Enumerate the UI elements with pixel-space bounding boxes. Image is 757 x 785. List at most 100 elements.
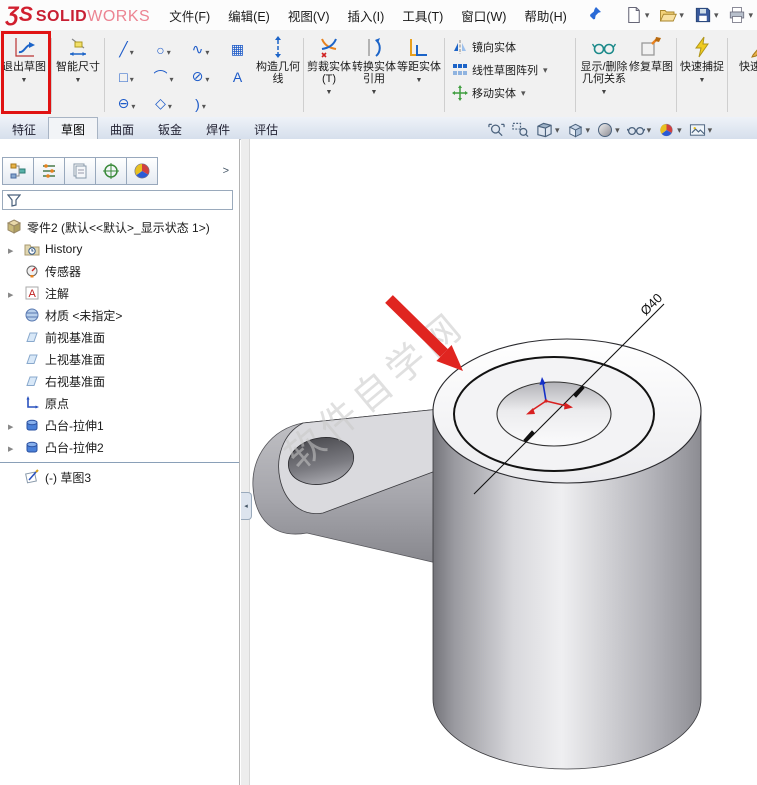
edit-appearance-button[interactable] bbox=[658, 122, 682, 138]
tree-filter-box[interactable] bbox=[2, 190, 233, 210]
graphics-area[interactable]: 软件自学网 Ø40 bbox=[241, 139, 757, 785]
offset-entities-dropdown[interactable] bbox=[416, 73, 423, 87]
ds-logo-icon: ƷS bbox=[6, 3, 33, 26]
zoom-area-button[interactable] bbox=[512, 122, 529, 138]
tab-display-manager[interactable] bbox=[127, 157, 158, 185]
tree-item-boss-extrude2[interactable]: 凸台-拉伸2 bbox=[0, 436, 239, 458]
sketch-entity-grid: ╱ ○ ∿ ▦ □ ⌒ ⊘ A ⊖ ◇ ) bbox=[108, 32, 256, 118]
filter-funnel-icon bbox=[7, 194, 21, 207]
menu-window[interactable]: 窗口(W) bbox=[452, 0, 515, 30]
tree-item-history[interactable]: History bbox=[0, 238, 239, 260]
tree-item-right-plane[interactable]: 右视基准面 bbox=[0, 370, 239, 392]
slot-tool[interactable]: ⊖ bbox=[108, 90, 145, 117]
tree-filter-input[interactable] bbox=[24, 193, 228, 207]
plane-icon bbox=[26, 332, 38, 342]
cylinder-boss[interactable] bbox=[432, 338, 702, 770]
tab-configuration-manager[interactable] bbox=[65, 157, 96, 185]
construction-geometry-icon bbox=[275, 36, 281, 58]
trim-entities-dropdown[interactable] bbox=[326, 85, 333, 99]
mirror-entities-button[interactable]: 镜向实体 bbox=[452, 39, 568, 55]
ellipse-tool[interactable]: ⊘ bbox=[182, 63, 219, 90]
menu-insert[interactable]: 插入(I) bbox=[339, 0, 394, 30]
menu-view[interactable]: 视图(V) bbox=[279, 0, 339, 30]
convert-entities-button[interactable]: 转换实体引用 bbox=[351, 32, 397, 118]
tab-property-manager[interactable] bbox=[34, 157, 65, 185]
move-entities-dropdown[interactable] bbox=[520, 87, 526, 99]
smart-dimension-button[interactable]: 智能尺寸 bbox=[55, 32, 101, 118]
origin-icon bbox=[26, 396, 39, 409]
print-button[interactable] bbox=[726, 4, 755, 26]
circle-tool[interactable]: ○ bbox=[145, 36, 182, 63]
save-button[interactable] bbox=[692, 4, 721, 26]
move-entities-button[interactable]: 移动实体 bbox=[452, 85, 568, 101]
fillet-tool[interactable]: ) bbox=[182, 90, 219, 117]
pin-menubar-icon[interactable] bbox=[588, 6, 602, 25]
menu-file[interactable]: 文件(F) bbox=[160, 0, 219, 30]
relations-glasses-icon bbox=[592, 43, 616, 55]
tab-dimxpert-manager[interactable] bbox=[96, 157, 127, 185]
tree-item-boss-extrude1[interactable]: 凸台-拉伸1 bbox=[0, 414, 239, 436]
zoom-fit-button[interactable] bbox=[488, 122, 505, 138]
feature-tree: 零件2 (默认<<默认>_显示状态 1>) History 传感器 A 注解 材… bbox=[0, 216, 239, 488]
sketch-3d-tool[interactable]: ▦ bbox=[219, 36, 256, 63]
menu-edit[interactable]: 编辑(E) bbox=[219, 0, 279, 30]
tree-item-annotations[interactable]: A 注解 bbox=[0, 282, 239, 304]
tree-item-sketch3[interactable]: (-) 草图3 bbox=[0, 466, 239, 488]
open-document-button[interactable] bbox=[657, 4, 686, 26]
tree-item-material[interactable]: 材质 <未指定> bbox=[0, 304, 239, 326]
quick-snaps-button[interactable]: 快速捕捉 bbox=[680, 32, 724, 118]
menu-tools[interactable]: 工具(T) bbox=[393, 0, 452, 30]
text-tool[interactable]: A bbox=[219, 63, 256, 90]
expand-arrow-icon[interactable] bbox=[8, 440, 13, 454]
tab-featuremanager-tree[interactable] bbox=[2, 157, 34, 185]
expand-arrow-icon[interactable] bbox=[8, 242, 13, 256]
line-tool[interactable]: ╱ bbox=[108, 36, 145, 63]
quick-snaps-dropdown[interactable] bbox=[699, 73, 706, 87]
offset-entities-button[interactable]: 等距实体 bbox=[397, 32, 441, 118]
menubar-quick-tools bbox=[623, 4, 757, 26]
rectangle-tool[interactable]: □ bbox=[108, 63, 145, 90]
rapid-sketch-icon bbox=[751, 49, 757, 58]
dimension-label: Ø40 bbox=[637, 290, 665, 318]
sketch-icon bbox=[25, 469, 39, 484]
smart-dimension-dropdown[interactable] bbox=[75, 73, 82, 87]
repair-sketch-button[interactable]: 修复草图 bbox=[629, 32, 673, 118]
arc-tool[interactable]: ⌒ bbox=[145, 63, 182, 90]
trim-entities-button[interactable]: 剪裁实体(T) bbox=[307, 32, 351, 118]
menu-help[interactable]: 帮助(H) bbox=[515, 0, 575, 30]
panel-splitter[interactable] bbox=[241, 139, 250, 785]
apply-scene-button[interactable] bbox=[689, 122, 713, 138]
panel-expand-chevron-icon[interactable] bbox=[217, 165, 235, 177]
polygon-tool[interactable]: ◇ bbox=[145, 90, 182, 117]
new-document-button[interactable] bbox=[623, 4, 652, 26]
feature-manager-panel: 零件2 (默认<<默认>_显示状态 1>) History 传感器 A 注解 材… bbox=[0, 139, 240, 785]
linear-sketch-pattern-button[interactable]: 线性草图阵列 bbox=[452, 62, 568, 78]
display-style-button[interactable] bbox=[597, 122, 620, 138]
move-entities-icon bbox=[452, 85, 468, 101]
tree-item-sensors[interactable]: 传感器 bbox=[0, 260, 239, 282]
3d-viewport[interactable]: 软件自学网 Ø40 bbox=[241, 139, 757, 785]
view-orientation-button[interactable] bbox=[567, 122, 591, 138]
linear-pattern-dropdown[interactable] bbox=[542, 64, 548, 76]
rollback-bar[interactable] bbox=[0, 462, 239, 463]
panel-collapse-button[interactable] bbox=[241, 492, 252, 520]
rapid-sketch-button[interactable]: 快速草图 bbox=[731, 32, 757, 118]
exit-sketch-icon bbox=[15, 38, 35, 57]
heads-up-view-toolbar bbox=[488, 120, 712, 140]
tree-item-front-plane[interactable]: 前视基准面 bbox=[0, 326, 239, 348]
tree-item-top-plane[interactable]: 上视基准面 bbox=[0, 348, 239, 370]
display-delete-relations-button[interactable]: 显示/删除几何关系 bbox=[579, 32, 629, 118]
convert-entities-dropdown[interactable] bbox=[371, 85, 378, 99]
exit-sketch-dropdown[interactable] bbox=[21, 73, 28, 87]
expand-arrow-icon[interactable] bbox=[8, 418, 13, 432]
exit-sketch-button[interactable]: 退出草图 bbox=[0, 32, 48, 118]
section-view-button[interactable] bbox=[536, 122, 560, 138]
hide-show-items-button[interactable] bbox=[626, 122, 652, 138]
tree-item-origin[interactable]: 原点 bbox=[0, 392, 239, 414]
spline-tool[interactable]: ∿ bbox=[182, 36, 219, 63]
expand-arrow-icon[interactable] bbox=[8, 286, 13, 300]
tree-root-part[interactable]: 零件2 (默认<<默认>_显示状态 1>) bbox=[0, 216, 239, 238]
relations-dropdown[interactable] bbox=[601, 85, 608, 99]
quick-snaps-icon bbox=[695, 36, 709, 58]
construction-geometry-button[interactable]: 构造几何线 bbox=[256, 32, 300, 118]
